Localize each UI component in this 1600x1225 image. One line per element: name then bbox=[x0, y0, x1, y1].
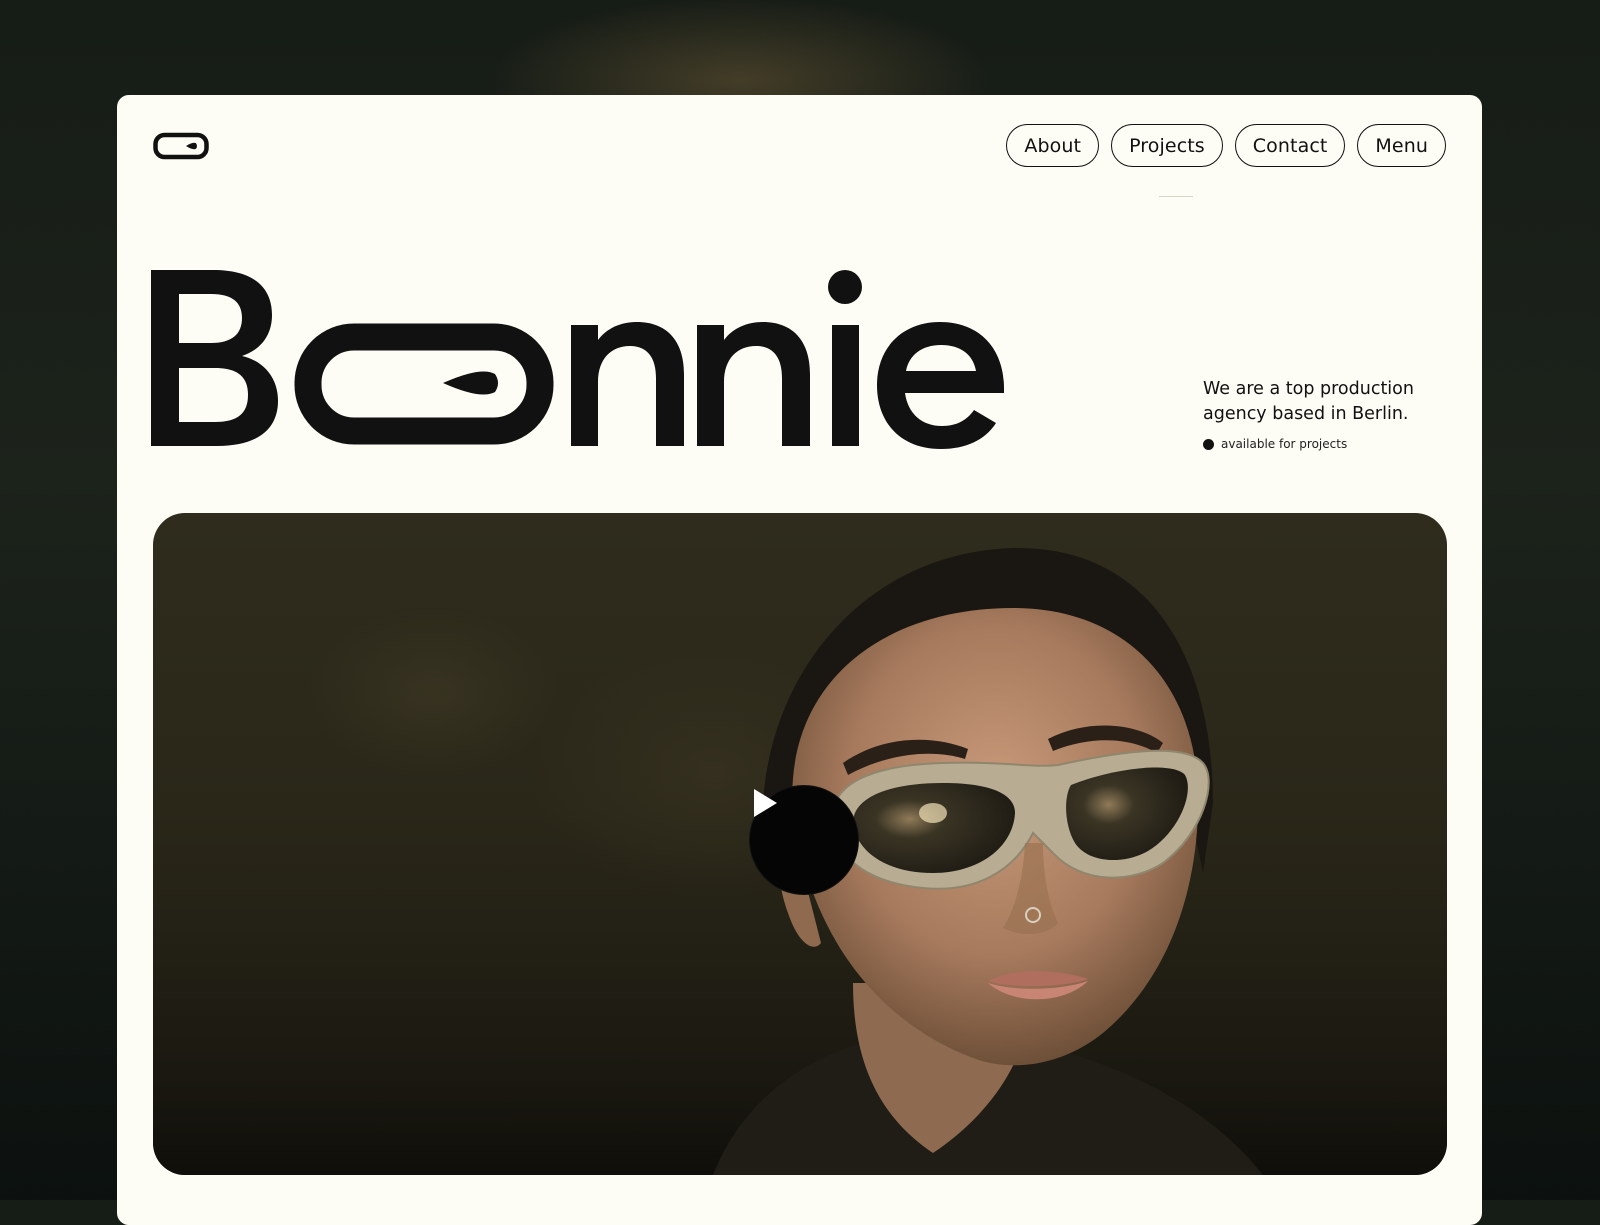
nav-contact-button[interactable]: Contact bbox=[1234, 124, 1346, 167]
top-nav: About Projects Contact Menu bbox=[1006, 124, 1446, 167]
nav-about-button[interactable]: About bbox=[1006, 124, 1100, 167]
status-text: available for projects bbox=[1221, 437, 1348, 451]
site-card: About Projects Contact Menu We are a top… bbox=[117, 95, 1482, 1225]
nav-divider bbox=[1159, 196, 1193, 197]
nav-projects-button[interactable]: Projects bbox=[1111, 124, 1223, 167]
agency-tagline: We are a top production agency based in … bbox=[1203, 379, 1414, 424]
wordmark-logotype bbox=[151, 270, 1006, 455]
nav-menu-button[interactable]: Menu bbox=[1357, 124, 1446, 167]
play-button[interactable] bbox=[749, 785, 859, 895]
pill-logo-icon[interactable] bbox=[153, 132, 209, 160]
status-dot-icon bbox=[1203, 438, 1214, 450]
play-icon bbox=[754, 789, 777, 817]
availability-status: available for projects bbox=[1203, 437, 1347, 451]
hero-video[interactable] bbox=[153, 513, 1447, 1175]
